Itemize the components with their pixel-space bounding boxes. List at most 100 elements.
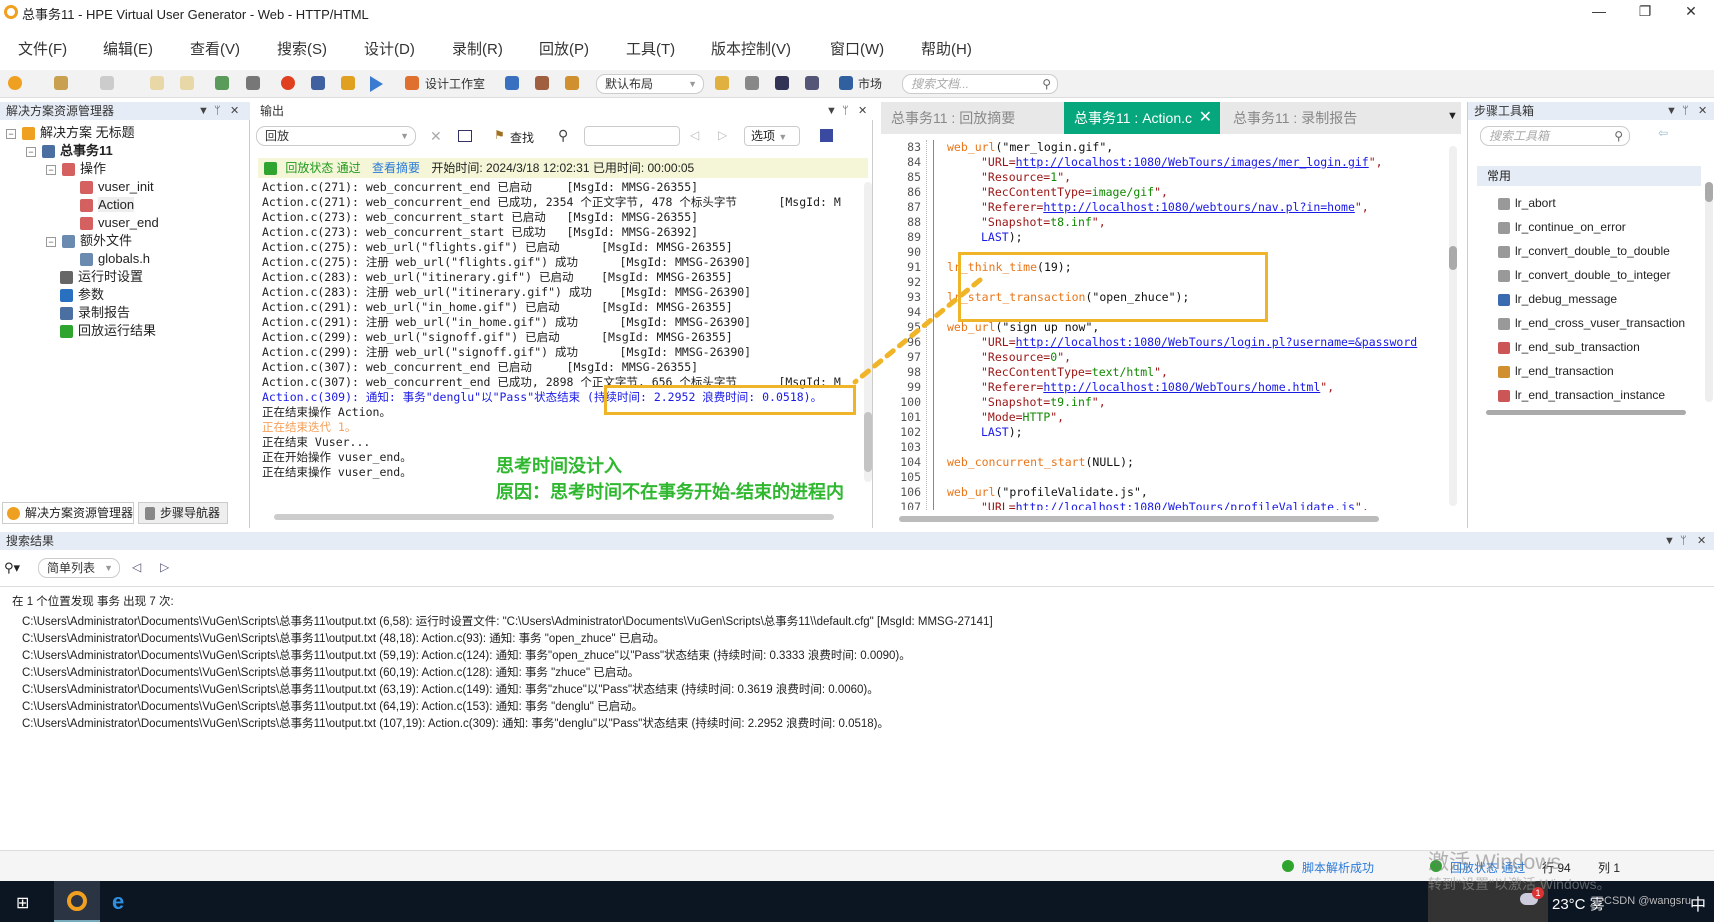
pin-icon[interactable]: ᛘ xyxy=(214,102,221,120)
tree-item[interactable]: 回放运行结果 xyxy=(60,322,156,340)
ie-icon[interactable]: e xyxy=(112,889,124,915)
code-token[interactable]: http://localhost:1080/WebTours/images/me… xyxy=(1016,155,1369,169)
tab-step-navigator[interactable]: 步骤导航器 xyxy=(138,502,228,524)
prev-icon[interactable]: ◁ xyxy=(690,128,699,142)
options-button[interactable]: 选项 ▼ xyxy=(744,126,800,146)
restore-button[interactable]: ❐ xyxy=(1622,0,1668,24)
compile-icon[interactable] xyxy=(311,76,325,90)
tree-item[interactable]: vuser_init xyxy=(80,178,154,196)
tree-item[interactable]: − 总事务11 xyxy=(26,142,113,160)
output-hscrollbar[interactable] xyxy=(274,514,834,520)
transaction-icon[interactable] xyxy=(535,76,549,90)
collapse-icon[interactable]: − xyxy=(46,164,56,175)
tree-item[interactable]: globals.h xyxy=(80,250,150,268)
menu-file[interactable]: 文件(F) xyxy=(18,38,67,59)
close-window-button[interactable]: ✕ xyxy=(1668,0,1714,24)
search-result-item[interactable]: C:\Users\Administrator\Documents\VuGen\S… xyxy=(12,665,993,682)
tab-solution-explorer[interactable]: 解决方案资源管理器 xyxy=(2,502,134,524)
code-token[interactable]: http://localhost:1080/WebTours/profileVa… xyxy=(1016,500,1355,510)
undo-icon[interactable] xyxy=(150,76,164,90)
ime-indicator[interactable]: 中 xyxy=(1690,891,1706,915)
find-button[interactable]: 查找 xyxy=(510,129,534,146)
tree-item[interactable]: − 解决方案 无标题 xyxy=(6,124,135,142)
search-options-icon[interactable]: ⚲▾ xyxy=(4,560,20,576)
dropdown-icon[interactable]: ▼ xyxy=(1666,102,1677,120)
minimize-button[interactable]: — xyxy=(1576,0,1622,24)
save-icon[interactable] xyxy=(100,76,114,90)
toolbox-item[interactable]: lr_abort xyxy=(1498,196,1556,210)
taskbar-vugen-app[interactable] xyxy=(54,881,100,922)
search-result-item[interactable]: C:\Users\Administrator\Documents\VuGen\S… xyxy=(12,631,993,648)
save-output-icon[interactable] xyxy=(820,129,833,142)
regenerate-icon[interactable] xyxy=(215,76,229,90)
toolbox-scrollbar[interactable] xyxy=(1705,182,1713,402)
menu-replay[interactable]: 回放(P) xyxy=(539,38,589,59)
dropdown-icon[interactable]: ▼ xyxy=(1664,532,1675,550)
close-icon[interactable]: ✕ xyxy=(1698,102,1707,120)
record-icon[interactable] xyxy=(281,76,295,90)
rendezvous-icon[interactable] xyxy=(565,76,579,90)
collapse-icon[interactable]: − xyxy=(26,146,36,157)
tree-item[interactable]: 参数 xyxy=(60,286,104,304)
redo-icon[interactable] xyxy=(180,76,194,90)
search-result-item[interactable]: C:\Users\Administrator\Documents\VuGen\S… xyxy=(12,716,993,733)
search-result-item[interactable]: C:\Users\Administrator\Documents\VuGen\S… xyxy=(12,614,993,631)
tree-item[interactable]: 录制报告 xyxy=(60,304,130,322)
tree-item[interactable]: − 操作 xyxy=(46,160,106,178)
pin-icon[interactable]: ᛘ xyxy=(1682,102,1689,120)
menu-version-control[interactable]: 版本控制(V) xyxy=(711,38,791,59)
toolbox-item[interactable]: lr_end_sub_transaction xyxy=(1498,340,1640,354)
view-summary-link[interactable]: 查看摘要 xyxy=(372,161,420,175)
prev-result-icon[interactable]: ◁ xyxy=(132,560,141,574)
next-icon[interactable]: ▷ xyxy=(718,128,727,142)
menu-design[interactable]: 设计(D) xyxy=(364,38,415,59)
step-icon[interactable] xyxy=(341,76,355,90)
search-result-item[interactable]: C:\Users\Administrator\Documents\VuGen\S… xyxy=(12,699,993,716)
tree-item[interactable]: − 额外文件 xyxy=(46,232,132,250)
tree-item[interactable]: Action xyxy=(80,196,135,214)
search-docs-input[interactable]: 搜索文档... ⚲ xyxy=(902,74,1058,94)
code-token[interactable]: http://localhost:1080/WebTours/login.pl?… xyxy=(1016,335,1418,349)
toolbox-hscrollbar[interactable] xyxy=(1486,410,1686,415)
menu-view[interactable]: 查看(V) xyxy=(190,38,240,59)
toolbox-item[interactable]: lr_continue_on_error xyxy=(1498,220,1626,234)
tab-action-c[interactable]: 总事务11 : Action.c ✕ xyxy=(1064,102,1220,134)
view-mode-dropdown[interactable]: 简单列表 ▼ xyxy=(38,558,120,578)
play-icon[interactable] xyxy=(370,76,383,92)
weather-text[interactable]: 23°C 雾 xyxy=(1552,893,1605,914)
runtime-settings-icon[interactable] xyxy=(246,76,260,90)
window-icon[interactable] xyxy=(805,76,819,90)
new-script-icon[interactable] xyxy=(54,76,68,90)
menu-window[interactable]: 窗口(W) xyxy=(830,38,884,59)
cart-icon[interactable] xyxy=(839,76,853,90)
tab-list-icon[interactable]: ▼ xyxy=(1447,110,1458,122)
close-icon[interactable]: ✕ xyxy=(858,102,867,120)
close-icon[interactable]: ✕ xyxy=(230,102,239,120)
toolbox-search-input[interactable]: 搜索工具箱 ⚲ xyxy=(1480,126,1630,146)
design-studio-icon[interactable] xyxy=(405,76,419,90)
list-icon[interactable] xyxy=(505,76,519,90)
menu-tools[interactable]: 工具(T) xyxy=(626,38,675,59)
menu-edit[interactable]: 编辑(E) xyxy=(103,38,153,59)
menu-help[interactable]: 帮助(H) xyxy=(921,38,972,59)
toolbox-item[interactable]: lr_convert_double_to_integer xyxy=(1498,268,1670,282)
snippet-icon[interactable] xyxy=(745,76,759,90)
toolbox-item[interactable]: lr_convert_double_to_double xyxy=(1498,244,1670,258)
close-icon[interactable]: ✕ xyxy=(1697,532,1706,550)
grid-icon[interactable] xyxy=(775,76,789,90)
toolbox-item[interactable]: lr_end_transaction xyxy=(1498,364,1614,378)
next-result-icon[interactable]: ▷ xyxy=(160,560,169,574)
tree-item[interactable]: 运行时设置 xyxy=(60,268,143,286)
toolbox-item[interactable]: lr_end_transaction_instance xyxy=(1498,388,1665,402)
menu-search[interactable]: 搜索(S) xyxy=(277,38,327,59)
back-icon[interactable]: ⇦ xyxy=(1658,126,1668,140)
editor-scrollbar[interactable] xyxy=(1449,146,1457,506)
menu-record[interactable]: 录制(R) xyxy=(452,38,503,59)
dropdown-icon[interactable]: ▼ xyxy=(826,102,837,120)
search-result-item[interactable]: C:\Users\Administrator\Documents\VuGen\S… xyxy=(12,682,993,699)
pin-icon[interactable]: ᛘ xyxy=(1680,532,1687,550)
code-token[interactable]: http://localhost:1080/webtours/nav.pl?in… xyxy=(1043,200,1355,214)
bookmark-icon[interactable] xyxy=(715,76,729,90)
tree-item[interactable]: vuser_end xyxy=(80,214,159,232)
toolbox-group-common[interactable]: 常用 xyxy=(1477,166,1701,186)
